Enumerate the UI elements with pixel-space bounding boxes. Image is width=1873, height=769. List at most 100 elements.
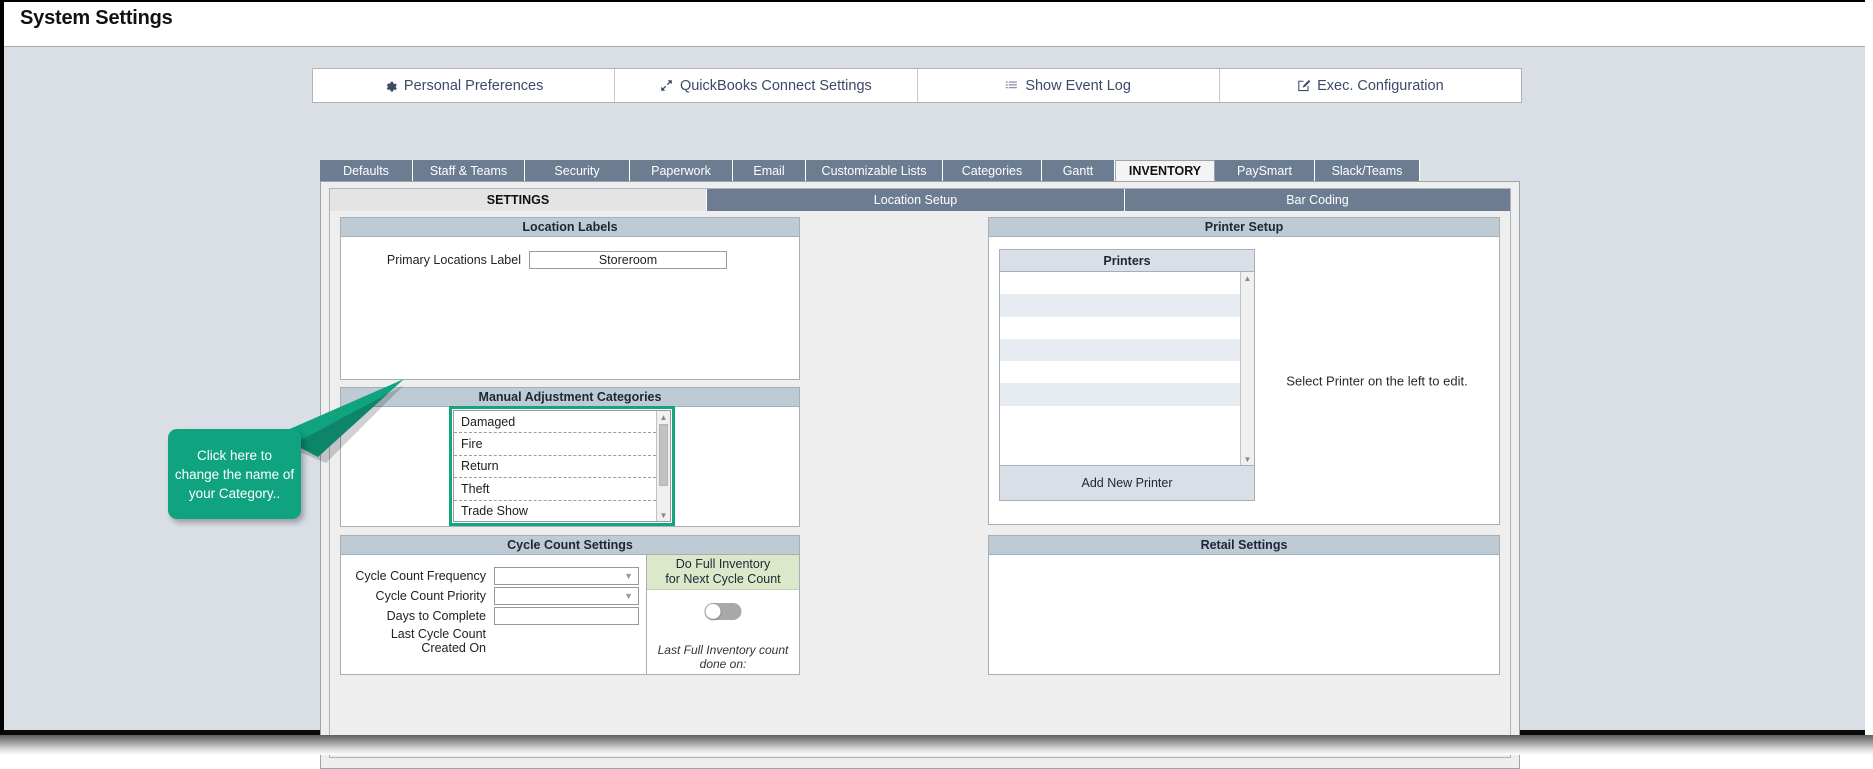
- table-row[interactable]: [1000, 361, 1240, 383]
- categories-list[interactable]: Damaged Fire Return Theft Trade Show ▲ ▼: [453, 410, 671, 522]
- tab-gantt[interactable]: Gantt: [1042, 160, 1115, 181]
- table-row[interactable]: [1000, 406, 1240, 428]
- tab-inventory[interactable]: INVENTORY: [1115, 160, 1215, 181]
- tab-paperwork[interactable]: Paperwork: [630, 160, 733, 181]
- subtab-location-setup[interactable]: Location Setup: [707, 189, 1125, 211]
- do-full-inventory-toggle[interactable]: [704, 603, 742, 620]
- expand-arrows-icon: [660, 79, 673, 92]
- retail-settings-body: [989, 555, 1499, 674]
- cycle-count-fields: Cycle Count Frequency ▼ Cycle Count Prio…: [341, 555, 643, 674]
- cycle-count-priority-label: Cycle Count Priority: [375, 589, 486, 603]
- window-drop-shadow: [0, 735, 1873, 755]
- gear-icon: [384, 79, 397, 92]
- subtab-label: SETTINGS: [486, 193, 550, 207]
- printers-scrollbar[interactable]: ▲ ▼: [1240, 272, 1254, 465]
- title-bar: System Settings: [4, 2, 1865, 47]
- cycle-count-frequency-label: Cycle Count Frequency: [355, 569, 486, 583]
- personal-preferences-button[interactable]: Personal Preferences: [313, 69, 616, 102]
- retail-settings-title: Retail Settings: [989, 536, 1499, 555]
- list-item[interactable]: Return: [454, 456, 656, 479]
- tab-defaults[interactable]: Defaults: [320, 160, 413, 181]
- categories-scrollbar[interactable]: ▲ ▼: [656, 411, 670, 521]
- show-event-log-button[interactable]: Show Event Log: [917, 69, 1220, 102]
- page-title: System Settings: [20, 7, 173, 29]
- list-item[interactable]: Damaged: [454, 411, 656, 434]
- tab-customizable-lists[interactable]: Customizable Lists: [806, 160, 943, 181]
- tab-categories[interactable]: Categories: [943, 160, 1042, 181]
- tab-label: Email: [753, 163, 785, 178]
- inventory-subtab-bar: SETTINGS Location Setup Bar Coding: [330, 189, 1510, 211]
- personal-preferences-label: Personal Preferences: [403, 77, 544, 94]
- add-new-printer-button[interactable]: Add New Printer: [1000, 465, 1254, 500]
- tab-label: Defaults: [343, 163, 389, 178]
- cycle-count-priority-select[interactable]: ▼: [494, 587, 639, 605]
- exec-configuration-button[interactable]: Exec. Configuration: [1219, 69, 1521, 102]
- quickbooks-connect-settings-button[interactable]: QuickBooks Connect Settings: [615, 69, 918, 102]
- manual-adjustment-categories-body: Damaged Fire Return Theft Trade Show ▲ ▼: [341, 406, 799, 526]
- list-item[interactable]: Theft: [454, 478, 656, 501]
- manual-adjustment-categories-title: Manual Adjustment Categories: [341, 388, 799, 407]
- location-labels-title: Location Labels: [341, 218, 799, 237]
- settings-tab-bar: Defaults Staff & Teams Security Paperwor…: [320, 160, 1520, 181]
- chevron-down-icon: ▼: [624, 571, 633, 581]
- panels-area: Location Labels Primary Locations Label …: [340, 217, 1500, 749]
- scroll-down-arrow-icon[interactable]: ▼: [1241, 453, 1254, 465]
- tab-label: Security: [554, 163, 600, 178]
- location-labels-panel: Location Labels Primary Locations Label …: [340, 217, 800, 380]
- list-icon: [1005, 79, 1018, 92]
- last-full-inventory-text: Last Full Inventory count done on:: [657, 643, 789, 671]
- printers-list-rows: [1000, 272, 1240, 465]
- printer-setup-panel: Printer Setup Printers ▲ ▼ Add New Print…: [988, 217, 1500, 525]
- list-item[interactable]: Fire: [454, 433, 656, 456]
- tab-label: PaySmart: [1237, 163, 1292, 178]
- table-row[interactable]: [1000, 272, 1240, 294]
- exec-configuration-label: Exec. Configuration: [1317, 77, 1444, 94]
- callout-bubble: Click here to change the name of your Ca…: [168, 429, 301, 519]
- days-to-complete-label: Days to Complete: [386, 609, 486, 623]
- tab-label: Customizable Lists: [821, 163, 927, 178]
- printer-setup-body: Printers ▲ ▼ Add New Printer Select Prin…: [989, 237, 1499, 524]
- table-row[interactable]: [1000, 338, 1240, 362]
- tab-security[interactable]: Security: [525, 160, 630, 181]
- tab-paysmart[interactable]: PaySmart: [1215, 160, 1315, 181]
- full-inventory-section: Do Full Inventory for Next Cycle Count La…: [646, 555, 799, 674]
- days-to-complete-input[interactable]: [494, 607, 639, 625]
- subtab-bar-coding[interactable]: Bar Coding: [1125, 189, 1510, 211]
- subtab-label: Bar Coding: [1286, 193, 1349, 207]
- manual-adjustment-categories-panel: Manual Adjustment Categories Damaged Fir…: [340, 387, 800, 527]
- printers-box: Printers ▲ ▼ Add New Printer: [999, 249, 1255, 501]
- tab-email[interactable]: Email: [733, 160, 806, 181]
- scrollbar-thumb[interactable]: [659, 424, 668, 486]
- workspace: Personal Preferences QuickBooks Connect …: [4, 47, 1865, 769]
- chevron-down-icon: ▼: [624, 591, 633, 601]
- tab-label: Staff & Teams: [429, 163, 508, 178]
- table-row[interactable]: [1000, 383, 1240, 406]
- list-item[interactable]: Trade Show: [454, 501, 656, 521]
- settings-content-inner: SETTINGS Location Setup Bar Coding Locat…: [329, 188, 1511, 758]
- tab-label: Categories: [961, 163, 1023, 178]
- primary-locations-input[interactable]: Storeroom: [529, 251, 727, 269]
- quickbooks-connect-settings-label: QuickBooks Connect Settings: [679, 77, 872, 94]
- location-labels-body: Primary Locations Label Storeroom: [341, 237, 799, 379]
- cycle-count-settings-title: Cycle Count Settings: [341, 536, 799, 555]
- retail-settings-panel: Retail Settings: [988, 535, 1500, 675]
- toggle-knob: [705, 604, 721, 619]
- do-full-inventory-header: Do Full Inventory for Next Cycle Count: [647, 555, 799, 590]
- subtab-settings[interactable]: SETTINGS: [330, 189, 707, 211]
- tab-staff-and-teams[interactable]: Staff & Teams: [413, 160, 525, 181]
- cycle-count-frequency-select[interactable]: ▼: [494, 567, 639, 585]
- action-button-bar: Personal Preferences QuickBooks Connect …: [312, 68, 1522, 103]
- scroll-up-arrow-icon[interactable]: ▲: [657, 411, 670, 423]
- scroll-down-arrow-icon[interactable]: ▼: [657, 509, 670, 521]
- callout-text: Click here to change the name of your Ca…: [174, 447, 295, 501]
- tab-label: Paperwork: [651, 163, 711, 178]
- application-window: System Settings Personal Preferences Qui…: [0, 0, 1865, 769]
- tab-slack-teams[interactable]: Slack/Teams: [1315, 160, 1420, 181]
- cycle-count-settings-body: Cycle Count Frequency ▼ Cycle Count Prio…: [341, 555, 799, 674]
- printers-list[interactable]: ▲ ▼: [1000, 272, 1254, 465]
- cycle-count-settings-panel: Cycle Count Settings Cycle Count Frequen…: [340, 535, 800, 675]
- table-row[interactable]: [1000, 317, 1240, 339]
- edit-square-icon: [1297, 79, 1311, 92]
- table-row[interactable]: [1000, 294, 1240, 317]
- scroll-up-arrow-icon[interactable]: ▲: [1241, 272, 1254, 284]
